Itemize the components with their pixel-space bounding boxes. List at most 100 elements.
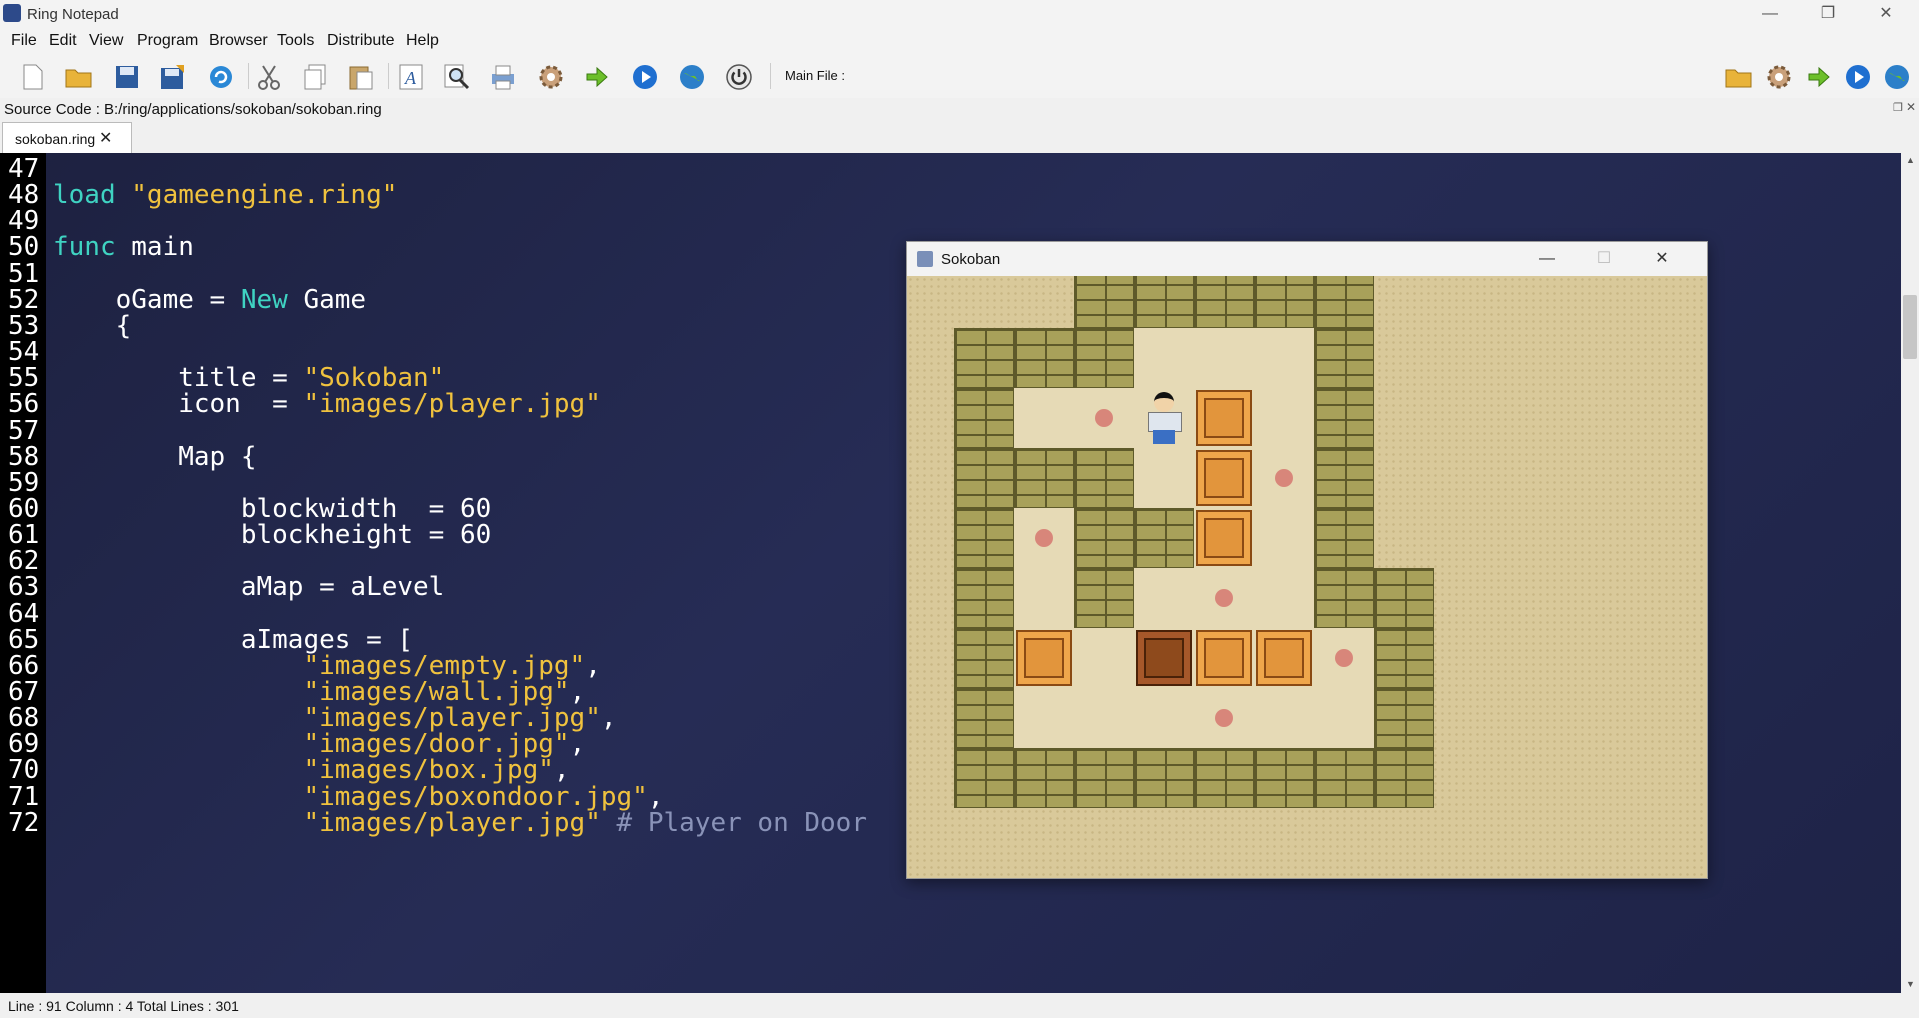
wall-tile (954, 628, 1014, 688)
line-number: 72 (8, 807, 40, 838)
save-as-icon[interactable] (158, 62, 188, 92)
cut-icon[interactable] (254, 62, 284, 92)
sokoban-close-button[interactable]: ✕ (1640, 244, 1684, 274)
wall-tile (1374, 568, 1434, 628)
crate-box-tile (1254, 628, 1314, 688)
wall-tile (1074, 748, 1134, 808)
debug-play-icon[interactable] (630, 62, 660, 92)
source-code-path: Source Code : B:/ring/applications/sokob… (4, 101, 382, 118)
menu-tools[interactable]: Tools (277, 32, 314, 50)
wall-tile (1194, 748, 1254, 808)
wall-tile (1194, 276, 1254, 328)
menu-program[interactable]: Program (137, 32, 198, 50)
restore-button[interactable]: ❐ (1799, 0, 1857, 28)
status-bar: Line : 91 Column : 4 Total Lines : 301 (0, 993, 1919, 1018)
editor-scrollbar[interactable]: ▲ ▼ (1901, 153, 1919, 993)
web-globe-icon[interactable] (1882, 62, 1912, 92)
menu-browser[interactable]: Browser (209, 32, 268, 50)
code-line: { (53, 310, 132, 341)
wall-tile (1254, 748, 1314, 808)
tab-sokoban-ring[interactable]: sokoban.ring ✕ (2, 122, 132, 154)
minimize-button[interactable]: — (1741, 0, 1799, 28)
crate-box-tile (1194, 388, 1254, 448)
crate-box-tile (1194, 628, 1254, 688)
floor-tile (1014, 688, 1074, 748)
main-file-label: Main File : (785, 68, 845, 83)
open-folder-icon[interactable] (64, 62, 94, 92)
source-code-bar: Source Code : B:/ring/applications/sokob… (0, 98, 1919, 120)
wall-tile (1374, 748, 1434, 808)
wall-tile (1074, 276, 1134, 328)
wall-tile (1314, 388, 1374, 448)
wall-tile (1134, 276, 1194, 328)
run-arrow-icon[interactable] (582, 62, 612, 92)
code-line: func main (53, 232, 194, 263)
menu-file[interactable]: File (11, 32, 37, 50)
wall-tile (1314, 328, 1374, 388)
wall-tile (1014, 328, 1074, 388)
door-target-tile (1074, 388, 1134, 448)
floor-tile (1134, 328, 1194, 388)
crate-box-tile (1194, 448, 1254, 508)
debug-play-icon[interactable] (1843, 62, 1873, 92)
wall-tile (1314, 448, 1374, 508)
web-globe-icon[interactable] (677, 62, 707, 92)
wall-tile (1074, 508, 1134, 568)
settings-gear-icon[interactable] (536, 62, 566, 92)
sokoban-title: Sokoban (941, 251, 1001, 268)
menu-bar: File Edit View Program Browser Tools Dis… (0, 28, 1919, 54)
print-icon[interactable] (488, 62, 518, 92)
save-icon[interactable] (112, 62, 142, 92)
wall-tile (1314, 276, 1374, 328)
undo-icon[interactable] (206, 62, 236, 92)
ring-notepad-logo-icon (3, 4, 21, 22)
tab-close-icon[interactable]: ✕ (99, 128, 112, 148)
scroll-up-icon[interactable]: ▲ (1906, 155, 1915, 165)
floor-tile (1254, 688, 1314, 748)
wall-tile (1014, 748, 1074, 808)
close-button[interactable]: ✕ (1857, 0, 1915, 28)
player-body (1148, 412, 1182, 432)
settings-gear-icon[interactable] (1764, 62, 1794, 92)
door-target-tile (1194, 688, 1254, 748)
menu-help[interactable]: Help (406, 32, 439, 50)
door-target-tile (1194, 568, 1254, 628)
font-icon[interactable]: A (396, 62, 426, 92)
scroll-down-icon[interactable]: ▼ (1906, 979, 1915, 989)
power-icon[interactable] (724, 62, 754, 92)
tab-label: sokoban.ring (15, 131, 96, 147)
dock-close-icon[interactable]: ✕ (1906, 100, 1916, 114)
menu-edit[interactable]: Edit (49, 32, 77, 50)
status-text: Line : 91 Column : 4 Total Lines : 301 (8, 998, 239, 1014)
wall-tile (1314, 508, 1374, 568)
sokoban-minimize-button[interactable]: — (1525, 244, 1569, 274)
code-line: blockheight = 60 (53, 520, 492, 551)
sokoban-maximize-button[interactable]: ☐ (1582, 244, 1626, 274)
player-tile (1134, 388, 1194, 448)
wall-tile (1314, 568, 1374, 628)
find-icon[interactable] (442, 62, 472, 92)
wall-tile (954, 568, 1014, 628)
wall-tile (954, 688, 1014, 748)
new-file-icon[interactable] (18, 62, 48, 92)
sokoban-board[interactable] (907, 276, 1707, 878)
code-line: Map { (53, 441, 257, 472)
menu-distribute[interactable]: Distribute (327, 32, 395, 50)
crate-box-tile (1194, 508, 1254, 568)
editor-tab-bar: sokoban.ring ✕ (0, 120, 1919, 154)
open-folder-icon[interactable] (1724, 62, 1754, 92)
app-titlebar: Ring Notepad — ❐ ✕ (0, 0, 1919, 28)
sokoban-window[interactable]: Sokoban — ☐ ✕ (906, 241, 1708, 879)
dock-float-icon[interactable]: ❐ (1893, 101, 1903, 114)
wall-tile (954, 748, 1014, 808)
scrollbar-thumb[interactable] (1903, 295, 1917, 359)
wall-tile (954, 388, 1014, 448)
menu-view[interactable]: View (89, 32, 123, 50)
wall-tile (1374, 628, 1434, 688)
paste-icon[interactable] (346, 62, 376, 92)
floor-tile (1014, 568, 1074, 628)
copy-icon[interactable] (300, 62, 330, 92)
floor-tile (1014, 388, 1074, 448)
run-arrow-icon[interactable] (1804, 62, 1834, 92)
wall-tile (1254, 276, 1314, 328)
